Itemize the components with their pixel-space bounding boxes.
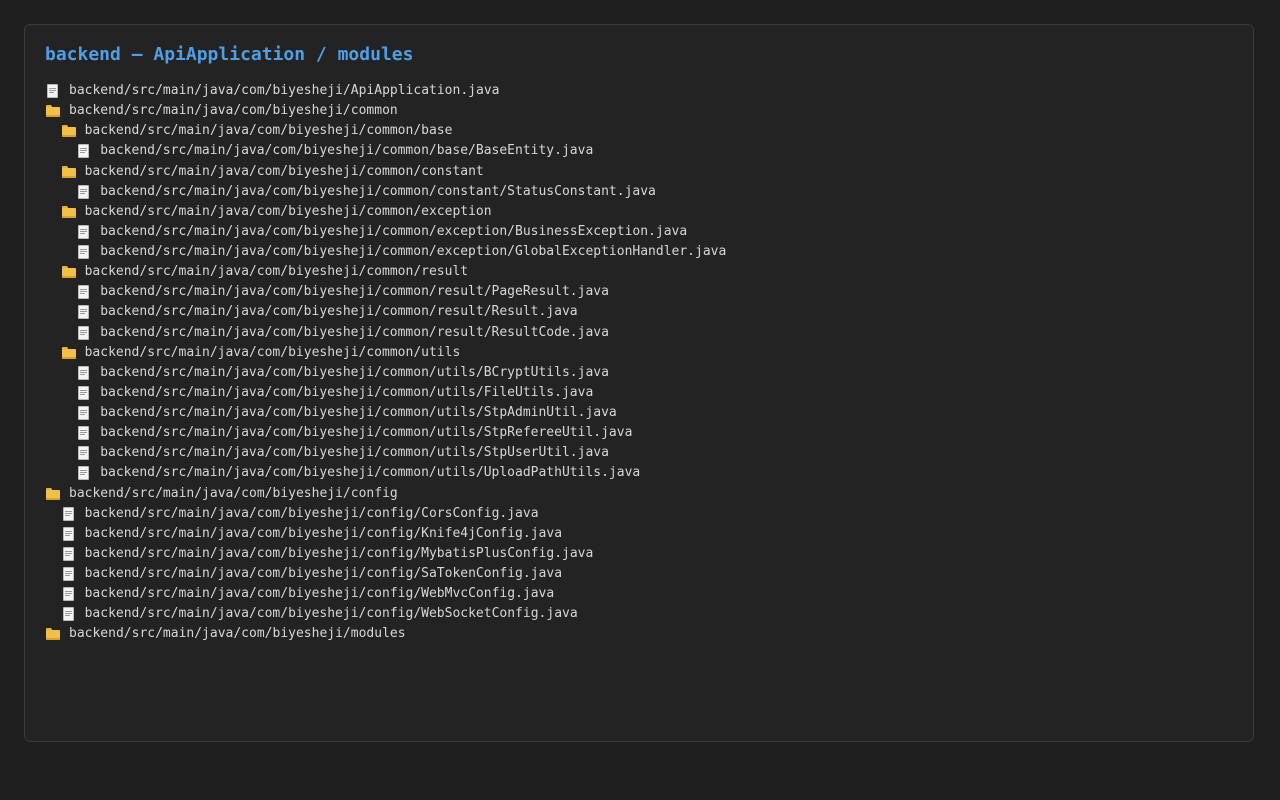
tree-file-item[interactable]: backend/src/main/java/com/biyesheji/comm… xyxy=(45,242,1233,262)
tree-item-label: backend/src/main/java/com/biyesheji/comm… xyxy=(100,304,578,320)
tree-file-item[interactable]: backend/src/main/java/com/biyesheji/comm… xyxy=(45,423,1233,443)
file-icon xyxy=(61,567,77,582)
file-icon xyxy=(61,546,77,561)
tree-item-label: backend/src/main/java/com/biyesheji/comm… xyxy=(100,183,656,199)
file-icon xyxy=(76,245,92,260)
tree-file-item[interactable]: backend/src/main/java/com/biyesheji/comm… xyxy=(45,443,1233,463)
tree-file-item[interactable]: backend/src/main/java/com/biyesheji/conf… xyxy=(45,524,1233,544)
tree-item-label: backend/src/main/java/com/biyesheji/comm… xyxy=(100,244,727,259)
file-icon xyxy=(76,365,92,380)
tree-item-label: backend/src/main/java/com/biyesheji/comm… xyxy=(84,344,461,360)
tree-item-label: backend/src/main/java/com/biyesheji/conf… xyxy=(69,485,398,501)
tree-folder-item[interactable]: backend/src/main/java/com/biyesheji/comm… xyxy=(45,121,1233,141)
tree-file-item[interactable]: backend/src/main/java/com/biyesheji/comm… xyxy=(45,222,1233,242)
tree-item-label: backend/src/main/java/com/biyesheji/conf… xyxy=(84,606,578,622)
tree-item-label: backend/src/main/java/com/biyesheji/comm… xyxy=(100,445,609,461)
tree-folder-item[interactable]: backend/src/main/java/com/biyesheji/modu… xyxy=(45,624,1233,644)
file-tree: backend/src/main/java/com/biyesheji/ApiA… xyxy=(45,81,1233,645)
folder-icon xyxy=(61,265,77,279)
tree-file-item[interactable]: backend/src/main/java/com/biyesheji/conf… xyxy=(45,564,1233,584)
file-icon xyxy=(61,506,77,521)
folder-icon xyxy=(45,487,61,501)
file-icon xyxy=(76,224,92,239)
tree-file-item[interactable]: backend/src/main/java/com/biyesheji/comm… xyxy=(45,282,1233,302)
tree-file-item[interactable]: backend/src/main/java/com/biyesheji/comm… xyxy=(45,363,1233,383)
tree-folder-item[interactable]: backend/src/main/java/com/biyesheji/comm… xyxy=(45,202,1233,222)
tree-folder-item[interactable]: backend/src/main/java/com/biyesheji/comm… xyxy=(45,101,1233,121)
file-icon xyxy=(76,406,92,421)
file-icon xyxy=(61,607,77,622)
tree-file-item[interactable]: backend/src/main/java/com/biyesheji/conf… xyxy=(45,584,1233,604)
file-icon xyxy=(76,305,92,320)
file-icon xyxy=(61,526,77,541)
tree-item-label: backend/src/main/java/com/biyesheji/conf… xyxy=(84,525,563,541)
file-icon xyxy=(76,426,92,441)
file-icon xyxy=(61,587,77,602)
tree-item-label: backend/src/main/java/com/biyesheji/comm… xyxy=(100,425,633,441)
tree-folder-item[interactable]: backend/src/main/java/com/biyesheji/comm… xyxy=(45,343,1233,363)
tree-item-label: backend/src/main/java/com/biyesheji/comm… xyxy=(100,465,641,481)
tree-file-item[interactable]: backend/src/main/java/com/biyesheji/conf… xyxy=(45,504,1233,524)
folder-icon xyxy=(61,165,77,179)
file-icon xyxy=(76,325,92,340)
tree-item-label: backend/src/main/java/com/biyesheji/comm… xyxy=(100,284,609,300)
file-icon xyxy=(76,446,92,461)
file-icon xyxy=(76,466,92,481)
file-icon xyxy=(45,84,61,99)
tree-item-label: backend/src/main/java/com/biyesheji/conf… xyxy=(84,586,555,602)
tree-item-label: backend/src/main/java/com/biyesheji/comm… xyxy=(100,364,609,380)
tree-item-label: backend/src/main/java/com/biyesheji/conf… xyxy=(84,545,594,561)
panel-title: backend — ApiApplication / modules xyxy=(45,44,414,65)
folder-icon xyxy=(45,627,61,641)
tree-item-label: backend/src/main/java/com/biyesheji/comm… xyxy=(84,163,484,179)
tree-item-label: backend/src/main/java/com/biyesheji/comm… xyxy=(100,324,609,340)
tree-item-label: backend/src/main/java/com/biyesheji/comm… xyxy=(84,264,469,280)
tree-file-item[interactable]: backend/src/main/java/com/biyesheji/comm… xyxy=(45,302,1233,322)
tree-file-item[interactable]: backend/src/main/java/com/biyesheji/comm… xyxy=(45,141,1233,161)
tree-file-item[interactable]: backend/src/main/java/com/biyesheji/ApiA… xyxy=(45,81,1233,101)
folder-icon xyxy=(61,346,77,360)
tree-item-label: backend/src/main/java/com/biyesheji/comm… xyxy=(84,203,492,219)
file-icon xyxy=(76,184,92,199)
tree-folder-item[interactable]: backend/src/main/java/com/biyesheji/comm… xyxy=(45,162,1233,182)
tree-item-label: backend/src/main/java/com/biyesheji/comm… xyxy=(100,143,594,159)
tree-file-item[interactable]: backend/src/main/java/com/biyesheji/comm… xyxy=(45,182,1233,202)
tree-file-item[interactable]: backend/src/main/java/com/biyesheji/comm… xyxy=(45,383,1233,403)
folder-icon xyxy=(45,104,61,118)
tree-item-label: backend/src/main/java/com/biyesheji/conf… xyxy=(84,505,539,521)
file-icon xyxy=(76,385,92,400)
tree-file-item[interactable]: backend/src/main/java/com/biyesheji/conf… xyxy=(45,544,1233,564)
tree-item-label: backend/src/main/java/com/biyesheji/comm… xyxy=(100,223,688,239)
tree-item-label: backend/src/main/java/com/biyesheji/comm… xyxy=(100,405,617,420)
tree-folder-item[interactable]: backend/src/main/java/com/biyesheji/comm… xyxy=(45,262,1233,282)
tree-item-label: backend/src/main/java/com/biyesheji/comm… xyxy=(84,123,453,139)
file-tree-panel: backend — ApiApplication / modules backe… xyxy=(24,24,1254,742)
tree-item-label: backend/src/main/java/com/biyesheji/comm… xyxy=(100,384,594,400)
tree-item-label: backend/src/main/java/com/biyesheji/comm… xyxy=(69,103,398,119)
tree-file-item[interactable]: backend/src/main/java/com/biyesheji/comm… xyxy=(45,403,1233,423)
tree-folder-item[interactable]: backend/src/main/java/com/biyesheji/conf… xyxy=(45,484,1233,504)
tree-file-item[interactable]: backend/src/main/java/com/biyesheji/comm… xyxy=(45,323,1233,343)
tree-file-item[interactable]: backend/src/main/java/com/biyesheji/comm… xyxy=(45,463,1233,483)
folder-icon xyxy=(61,205,77,219)
tree-file-item[interactable]: backend/src/main/java/com/biyesheji/conf… xyxy=(45,604,1233,624)
folder-icon xyxy=(61,124,77,138)
tree-item-label: backend/src/main/java/com/biyesheji/modu… xyxy=(69,626,406,642)
file-icon xyxy=(76,144,92,159)
file-icon xyxy=(76,285,92,300)
tree-item-label: backend/src/main/java/com/biyesheji/ApiA… xyxy=(69,83,500,98)
tree-item-label: backend/src/main/java/com/biyesheji/conf… xyxy=(84,566,563,581)
